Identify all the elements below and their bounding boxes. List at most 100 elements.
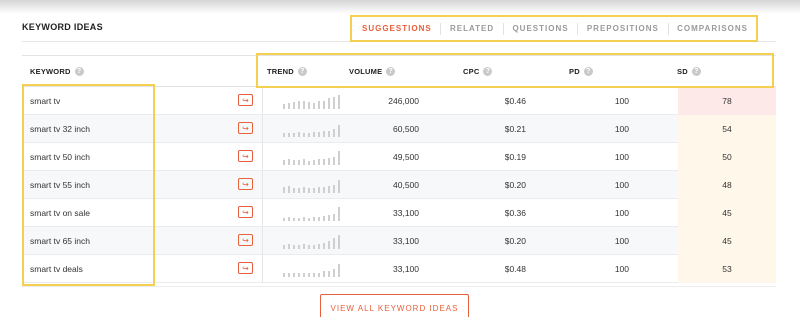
keyword-cell[interactable]: smart tv 55 inch [30, 171, 90, 199]
trend-bar [303, 159, 305, 165]
tab-related[interactable]: RELATED [450, 24, 494, 33]
cpc-cell: $0.48 [504, 264, 526, 274]
trend-bar [318, 159, 320, 165]
column-pd[interactable]: PD ? [569, 56, 593, 86]
sd-cell: 45 [678, 199, 776, 227]
pd-cell: 100 [614, 180, 629, 190]
trend-bar [293, 102, 295, 109]
trend-bar [338, 151, 340, 165]
keyword-cell[interactable]: smart tv 32 inch [30, 115, 90, 143]
column-pd-label: PD [569, 66, 580, 76]
pd-cell: 100 [614, 208, 629, 218]
trend-bar [308, 102, 310, 109]
help-icon[interactable]: ? [297, 66, 307, 76]
trend-bar [303, 273, 305, 277]
sd-cell: 78 [678, 87, 776, 115]
cpc-cell: $0.46 [504, 96, 526, 106]
table-row: smart tv 50 inch ↪ 49,500 $0.19 100 50 [22, 143, 776, 171]
trend-sparkline [283, 177, 340, 193]
table-row: smart tv 55 inch ↪ 40,500 $0.20 100 48 [22, 171, 776, 199]
trend-bar [333, 157, 335, 165]
trend-bar [313, 132, 315, 137]
trend-bar [298, 245, 300, 249]
trend-sparkline [283, 93, 340, 109]
table-header: KEYWORD ? TREND ? VOLUME ? CPC ? PD ? SD… [22, 55, 776, 87]
keyword-cell[interactable]: smart tv deals [30, 255, 83, 283]
pd-cell: 100 [614, 152, 629, 162]
trend-bar [298, 160, 300, 165]
keyword-cell[interactable]: smart tv 65 inch [30, 227, 90, 255]
trend-bar [298, 218, 300, 221]
help-icon[interactable]: ? [483, 66, 493, 76]
trend-bar [303, 101, 305, 109]
cpc-cell: $0.20 [504, 236, 526, 246]
open-link-icon[interactable]: ↪ [238, 262, 253, 274]
trend-bar [303, 244, 305, 249]
view-all-keyword-ideas-button[interactable]: VIEW ALL KEYWORD IDEAS [320, 294, 469, 317]
column-cpc-label: CPC [463, 66, 480, 76]
trend-bar [293, 188, 295, 193]
sd-cell: 50 [678, 143, 776, 171]
tab-suggestions[interactable]: SUGGESTIONS [362, 24, 432, 33]
trend-bar [338, 95, 340, 109]
tab-questions[interactable]: QUESTIONS [512, 24, 568, 33]
trend-bar [318, 244, 320, 249]
trend-bar [308, 161, 310, 165]
tab-comparisons[interactable]: COMPARISONS [677, 24, 748, 33]
table-row: smart tv 32 inch ↪ 60,500 $0.21 100 54 [22, 115, 776, 143]
help-icon[interactable]: ? [386, 66, 396, 76]
tab-prepositions[interactable]: PREPOSITIONS [587, 24, 659, 33]
trend-bar [308, 188, 310, 193]
cpc-cell: $0.36 [504, 208, 526, 218]
tab-divider [667, 22, 669, 35]
help-icon[interactable]: ? [691, 66, 701, 76]
trend-bar [303, 217, 305, 221]
cpc-cell: $0.21 [504, 124, 526, 134]
open-link-icon[interactable]: ↪ [238, 178, 253, 190]
volume-cell: 33,100 [393, 208, 419, 218]
trend-bar [313, 188, 315, 193]
sd-cell: 53 [678, 255, 776, 283]
help-icon[interactable]: ? [74, 66, 84, 76]
trend-bar [308, 133, 310, 137]
volume-cell: 40,500 [393, 180, 419, 190]
trend-bar [288, 217, 290, 221]
column-divider [262, 171, 263, 199]
trend-bar [323, 243, 325, 249]
column-divider [262, 199, 263, 227]
trend-bar [288, 103, 290, 109]
column-volume[interactable]: VOLUME ? [349, 56, 396, 86]
column-sd[interactable]: SD ? [677, 56, 701, 86]
open-link-icon[interactable]: ↪ [238, 122, 253, 134]
trend-bar [323, 271, 325, 277]
table-row: smart tv 65 inch ↪ 33,100 $0.20 100 45 [22, 227, 776, 255]
trend-bar [313, 217, 315, 221]
open-link-icon[interactable]: ↪ [238, 234, 253, 246]
keyword-cell[interactable]: smart tv 50 inch [30, 143, 90, 171]
trend-bar [283, 187, 285, 193]
tab-bar: SUGGESTIONS RELATED QUESTIONS PREPOSITIO… [350, 15, 758, 42]
open-link-icon[interactable]: ↪ [238, 206, 253, 218]
trend-bar [323, 131, 325, 137]
open-link-icon[interactable]: ↪ [238, 150, 253, 162]
column-divider [262, 143, 263, 171]
help-icon[interactable]: ? [583, 66, 593, 76]
trend-bar [293, 160, 295, 165]
trend-bar [318, 187, 320, 193]
sd-cell: 45 [678, 227, 776, 255]
keyword-cell[interactable]: smart tv [30, 87, 60, 115]
trend-bar [328, 98, 330, 109]
keyword-cell[interactable]: smart tv on sale [30, 199, 90, 227]
open-link-icon[interactable]: ↪ [238, 94, 253, 106]
table-row: smart tv on sale ↪ 33,100 $0.36 100 45 [22, 199, 776, 227]
trend-bar [288, 186, 290, 193]
column-keyword[interactable]: KEYWORD ? [30, 56, 84, 86]
column-sd-label: SD [677, 66, 688, 76]
sd-cell: 48 [678, 171, 776, 199]
column-trend[interactable]: TREND ? [267, 56, 307, 86]
column-cpc[interactable]: CPC ? [463, 56, 493, 86]
trend-bar [283, 273, 285, 277]
trend-bar [333, 214, 335, 221]
trend-bar [298, 188, 300, 193]
trend-bar [338, 235, 340, 249]
